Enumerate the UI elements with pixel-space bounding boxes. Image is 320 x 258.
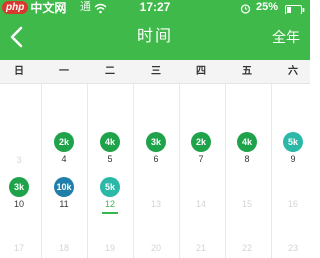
status-bar: php 中文网 通 17:27 25% (0, 0, 310, 15)
day-number: 12 (104, 199, 115, 209)
day-number: 4 (61, 154, 67, 164)
column-divider (133, 84, 134, 258)
weekday-friday: 五 (242, 66, 252, 77)
day-cell-5[interactable]: 4k 5 (90, 132, 130, 165)
day-cell-9[interactable]: 5k 9 (273, 132, 313, 165)
day-cell-3[interactable]: 3 (0, 155, 39, 166)
amount-badge[interactable]: 5k (100, 177, 120, 197)
day-number: 6 (153, 154, 159, 164)
day-number: 8 (244, 154, 250, 164)
day-number: 17 (13, 243, 24, 253)
day-number: 13 (150, 199, 161, 209)
day-number: 20 (150, 243, 161, 253)
day-cell-18[interactable]: 18 (44, 243, 84, 254)
day-number: 3 (16, 155, 22, 165)
day-number: 7 (198, 154, 204, 164)
day-cell-6[interactable]: 3k 6 (136, 132, 176, 165)
day-cell-12-today[interactable]: 5k 12 (90, 177, 130, 214)
day-cell-15[interactable]: 15 (227, 199, 267, 210)
day-cell-16[interactable]: 16 (273, 199, 313, 210)
day-number: 14 (195, 199, 206, 209)
day-number: 10 (13, 199, 24, 209)
calendar-grid: 3 2k 4 4k 5 3k 6 2k 7 4k 8 5k 9 3k 10 10… (0, 84, 310, 258)
day-cell-10[interactable]: 3k 10 (0, 177, 39, 210)
day-cell-22[interactable]: 22 (227, 243, 267, 254)
amount-badge[interactable]: 3k (146, 132, 166, 152)
page-title: 时间 (136, 28, 173, 45)
column-divider (225, 84, 226, 258)
weekday-wednesday: 三 (151, 66, 161, 77)
day-cell-20[interactable]: 20 (136, 243, 176, 254)
day-number: 9 (290, 154, 296, 164)
day-cell-11[interactable]: 10k 11 (44, 177, 84, 210)
day-cell-21[interactable]: 21 (181, 243, 221, 254)
day-number: 11 (59, 199, 69, 209)
day-number: 23 (287, 243, 298, 253)
day-cell-13[interactable]: 13 (136, 199, 176, 210)
amount-badge[interactable]: 10k (54, 177, 74, 197)
weekday-thursday: 四 (196, 66, 206, 77)
day-cell-17[interactable]: 17 (0, 243, 39, 254)
column-divider (87, 84, 88, 258)
day-number: 19 (104, 243, 115, 253)
day-number: 22 (241, 243, 252, 253)
weekday-saturday: 六 (288, 66, 298, 77)
day-number: 16 (287, 199, 298, 209)
day-cell-8[interactable]: 4k 8 (227, 132, 267, 165)
day-number: 15 (241, 199, 252, 209)
amount-badge[interactable]: 2k (54, 132, 74, 152)
day-cell-4[interactable]: 2k 4 (44, 132, 84, 165)
day-cell-14[interactable]: 14 (181, 199, 221, 210)
day-cell-19[interactable]: 19 (90, 243, 130, 254)
amount-badge[interactable]: 4k (100, 132, 120, 152)
day-number: 5 (107, 154, 113, 164)
full-year-button[interactable]: 全年 (272, 14, 300, 60)
column-divider (179, 84, 180, 258)
day-cell-7[interactable]: 2k 7 (181, 132, 221, 165)
amount-badge[interactable]: 2k (191, 132, 211, 152)
nav-bar: 时间 全年 (0, 14, 310, 60)
battery-percent: 25% (256, 1, 279, 13)
amount-badge[interactable]: 5k (283, 132, 303, 152)
amount-badge[interactable]: 4k (237, 132, 257, 152)
amount-badge[interactable]: 3k (9, 177, 29, 197)
column-divider (41, 84, 42, 258)
weekday-sunday: 日 (14, 66, 24, 77)
day-number: 18 (58, 243, 69, 253)
column-divider (271, 84, 272, 258)
today-indicator (102, 212, 118, 214)
weekday-tuesday: 二 (105, 66, 115, 77)
day-number: 21 (195, 243, 206, 253)
weekday-monday: 一 (59, 66, 69, 77)
weekday-header: 日 一 二 三 四 五 六 (0, 60, 310, 84)
day-cell-23[interactable]: 23 (273, 243, 313, 254)
